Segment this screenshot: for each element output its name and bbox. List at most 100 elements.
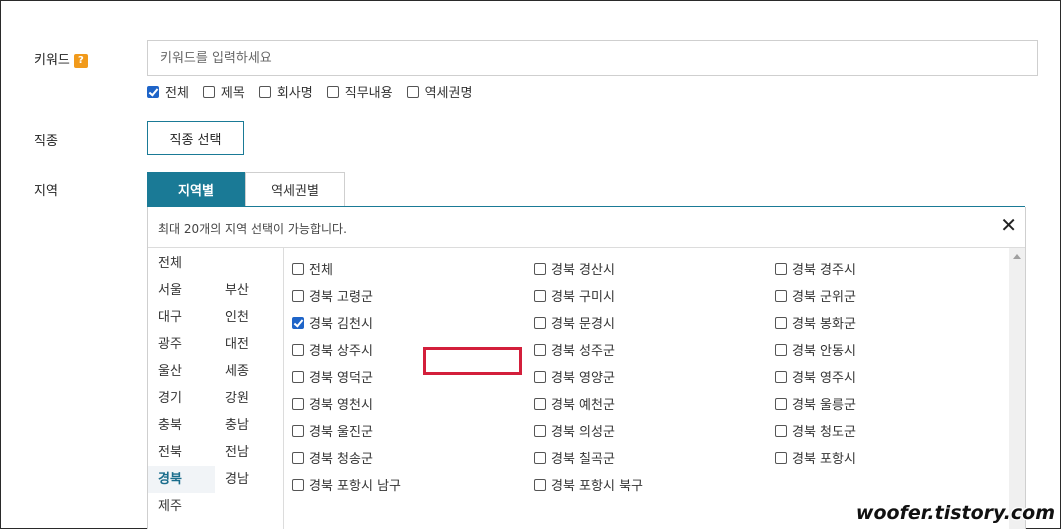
area-item[interactable]: 충남 — [225, 412, 249, 439]
scope-station[interactable]: 역세권명 — [406, 82, 472, 101]
city-checkbox[interactable] — [534, 343, 546, 356]
city-option[interactable]: 경북 청도군 — [775, 421, 856, 440]
city-checkbox[interactable] — [775, 316, 787, 329]
scope-all-checkbox[interactable] — [147, 85, 159, 98]
city-option[interactable]: 경북 울릉군 — [775, 394, 856, 413]
tab-by-region[interactable]: 지역별 — [147, 172, 245, 206]
city-checkbox[interactable] — [775, 424, 787, 437]
city-option[interactable]: 경북 포항시 — [775, 448, 856, 467]
city-checkbox[interactable] — [534, 262, 546, 275]
city-option[interactable]: 경북 봉화군 — [775, 313, 856, 332]
city-checkbox[interactable] — [775, 451, 787, 464]
region-label: 지역 — [34, 184, 58, 199]
city-label: 경북 군위군 — [792, 290, 856, 305]
city-checkbox[interactable] — [534, 316, 546, 329]
city-option-checked[interactable]: 경북 김천시 — [292, 313, 373, 332]
city-label: 경북 울진군 — [309, 425, 373, 440]
city-checkbox[interactable] — [534, 397, 546, 410]
city-checkbox[interactable] — [775, 343, 787, 356]
city-checkbox[interactable] — [292, 424, 304, 437]
city-option[interactable]: 경북 영양군 — [534, 367, 615, 386]
city-label: 경북 경산시 — [551, 263, 615, 278]
scope-station-checkbox[interactable] — [406, 85, 419, 98]
city-checkbox[interactable] — [292, 262, 304, 275]
city-label: 경북 청도군 — [792, 425, 856, 440]
city-checkbox[interactable] — [292, 451, 304, 464]
area-item[interactable]: 경기 — [158, 385, 182, 412]
area-item[interactable]: 세종 — [225, 358, 249, 385]
city-option[interactable]: 전체 — [292, 259, 333, 278]
area-item[interactable]: 부산 — [225, 277, 249, 304]
city-option[interactable]: 경북 상주시 — [292, 340, 373, 359]
area-item[interactable]: 서울 — [158, 277, 182, 304]
scope-title-checkbox[interactable] — [202, 85, 215, 98]
city-checkbox[interactable] — [534, 370, 546, 383]
tab-by-station[interactable]: 역세권별 — [245, 172, 345, 206]
city-option[interactable]: 경북 문경시 — [534, 313, 615, 332]
city-checkbox[interactable] — [292, 478, 304, 491]
city-label: 경북 안동시 — [792, 344, 856, 359]
city-checkbox[interactable] — [775, 397, 787, 410]
city-checkbox[interactable] — [534, 424, 546, 437]
area-item[interactable]: 강원 — [225, 385, 249, 412]
city-option[interactable]: 경북 영덕군 — [292, 367, 373, 386]
area-item[interactable]: 대구 — [158, 304, 182, 331]
help-icon[interactable]: ? — [73, 54, 88, 68]
scope-company[interactable]: 회사명 — [258, 82, 313, 101]
city-label: 경북 의성군 — [551, 425, 615, 440]
city-list: 전체 경북 경산시 경북 경주시 경북 고령군 경북 구미시 경북 군위군 경북… — [284, 248, 1025, 529]
city-option[interactable]: 경북 의성군 — [534, 421, 615, 440]
city-label: 경북 경주시 — [792, 263, 856, 278]
area-item-selected[interactable]: 경북 — [148, 466, 215, 493]
area-item[interactable]: 전남 — [225, 439, 249, 466]
city-option[interactable]: 경북 고령군 — [292, 286, 373, 305]
keyword-label-text: 키워드 — [34, 53, 70, 68]
city-checkbox[interactable] — [775, 370, 787, 383]
city-option[interactable]: 경북 포항시 남구 — [292, 475, 401, 494]
city-checkbox[interactable] — [292, 343, 304, 356]
scope-all[interactable]: 전체 — [147, 82, 189, 101]
city-checkbox[interactable] — [775, 289, 787, 302]
scope-duty[interactable]: 직무내용 — [326, 82, 393, 101]
city-option[interactable]: 경북 안동시 — [775, 340, 856, 359]
city-option[interactable]: 경북 영천시 — [292, 394, 373, 413]
close-icon[interactable]: ✕ — [1000, 213, 1017, 237]
scroll-up-arrow-icon[interactable] — [1013, 254, 1021, 259]
city-option[interactable]: 경북 울진군 — [292, 421, 373, 440]
keyword-input[interactable] — [147, 40, 1038, 76]
job-select-button[interactable]: 직종 선택 — [147, 121, 244, 155]
city-option[interactable]: 경북 경주시 — [775, 259, 856, 278]
city-list-scrollbar[interactable] — [1009, 248, 1025, 529]
area-item[interactable]: 경남 — [225, 466, 249, 493]
city-checkbox[interactable] — [534, 478, 546, 491]
area-item[interactable]: 충북 — [158, 412, 182, 439]
city-option[interactable]: 경북 칠곡군 — [534, 448, 615, 467]
city-checkbox-checked[interactable] — [292, 316, 304, 329]
city-option[interactable]: 경북 구미시 — [534, 286, 615, 305]
scope-company-checkbox[interactable] — [258, 85, 271, 98]
city-checkbox[interactable] — [292, 289, 304, 302]
city-label: 경북 성주군 — [551, 344, 615, 359]
scope-title[interactable]: 제목 — [202, 82, 245, 101]
area-item[interactable]: 울산 — [158, 358, 182, 385]
city-checkbox[interactable] — [775, 262, 787, 275]
city-option[interactable]: 경북 군위군 — [775, 286, 856, 305]
city-option[interactable]: 경북 경산시 — [534, 259, 615, 278]
city-checkbox[interactable] — [292, 397, 304, 410]
city-checkbox[interactable] — [534, 289, 546, 302]
keyword-label: 키워드? — [34, 49, 88, 68]
city-option[interactable]: 경북 청송군 — [292, 448, 373, 467]
area-item[interactable]: 제주 — [158, 493, 182, 520]
area-item[interactable]: 전북 — [158, 439, 182, 466]
city-option[interactable]: 경북 예천군 — [534, 394, 615, 413]
city-checkbox[interactable] — [292, 370, 304, 383]
area-item[interactable]: 전체 — [158, 250, 182, 277]
city-option[interactable]: 경북 포항시 북구 — [534, 475, 643, 494]
city-option[interactable]: 경북 성주군 — [534, 340, 615, 359]
area-item[interactable]: 광주 — [158, 331, 182, 358]
city-checkbox[interactable] — [534, 451, 546, 464]
area-item[interactable]: 인천 — [225, 304, 249, 331]
city-option[interactable]: 경북 영주시 — [775, 367, 856, 386]
scope-duty-checkbox[interactable] — [326, 85, 339, 98]
area-item[interactable]: 대전 — [225, 331, 249, 358]
